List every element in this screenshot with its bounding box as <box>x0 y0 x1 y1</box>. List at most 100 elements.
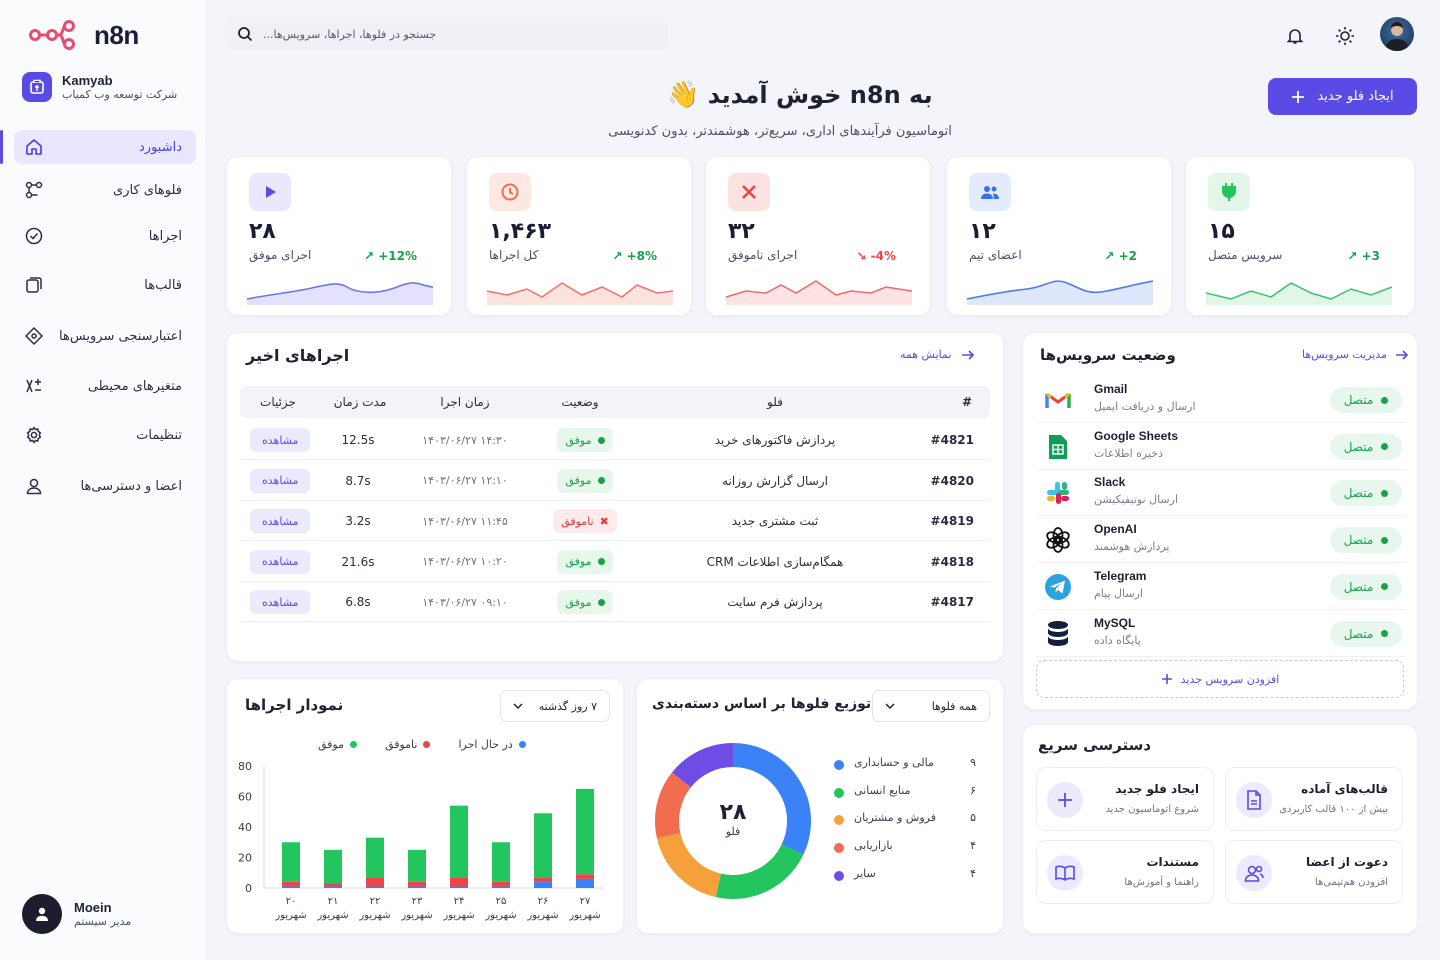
bar-success[interactable] <box>408 849 426 882</box>
y-tick-label: 60 <box>238 791 252 804</box>
donut-slice[interactable] <box>656 832 722 898</box>
new-flow-button[interactable]: ایجاد فلو جدید <box>1268 78 1417 115</box>
view-details-button[interactable]: مشاهده <box>250 468 311 493</box>
table-row[interactable]: #4820 ارسال گزارش روزانه موفق ۱۴۰۳/۰۶/۲۷ ۱۲… <box>240 461 990 501</box>
service-row-google-sheets[interactable]: Google Sheets ذخیره اطلاعات متصل <box>1036 424 1406 470</box>
bar-failed[interactable] <box>282 881 300 887</box>
flow-filter-select[interactable]: همه فلوها <box>872 690 990 722</box>
exec-chart-legend: در حال اجرا ناموفق موفق <box>318 738 526 751</box>
quick-docs[interactable]: مستندات راهنما و آموزش‌ها <box>1036 840 1214 904</box>
bar-failed[interactable] <box>492 881 510 887</box>
view-details-button[interactable]: مشاهده <box>250 590 311 614</box>
status-badge: موفق <box>557 590 613 614</box>
view-details-button[interactable]: مشاهده <box>250 509 311 533</box>
bar-success[interactable] <box>282 842 300 882</box>
executions-bar-chart: 0 20 40 60 80 ۲۰ شهریور ۲۱ شهریور ۲۲ شهریور ۲۳ شهریو… <box>238 760 604 921</box>
bar-failed[interactable] <box>576 874 594 879</box>
bar-failed[interactable] <box>534 877 552 882</box>
workspace-switcher[interactable]: Kamyab شرکت توسعه وب کمیاب <box>22 72 177 102</box>
execution-id: #4817 <box>930 595 974 609</box>
search-input[interactable]: جستجو در فلوها، اجراها، سرویس‌ها... <box>263 28 436 41</box>
quick-new-flow[interactable]: ایجاد فلو جدید شروع اتوماسیون جدید <box>1036 767 1214 831</box>
bar-success[interactable] <box>366 837 384 878</box>
legend-label: مالی و حسابداری <box>854 756 934 769</box>
bar-failed[interactable] <box>324 883 342 887</box>
x-tick-label: ۲۴ <box>454 896 465 907</box>
bar-failed[interactable] <box>450 877 468 887</box>
chevron-down-icon <box>513 703 523 710</box>
stat-card-failed[interactable]: ۳۲ اجرای ناموفق ↘ -4% <box>705 156 931 316</box>
table-row[interactable]: #4817 پردازش فرم سایت موفق ۱۴۰۳/۰۶/۲۷ ۰۹:۱۰… <box>240 582 990 622</box>
bar-success[interactable] <box>324 849 342 884</box>
view-all-link[interactable]: نمایش همه <box>900 348 975 361</box>
book-icon <box>1047 855 1083 891</box>
execution-id: #4819 <box>930 514 974 528</box>
manage-services-link[interactable]: مدیریت سرویس‌ها <box>1302 348 1409 361</box>
nav-item-workflows[interactable]: فلوهای کاری <box>14 173 196 207</box>
quick-templates[interactable]: قالب‌های آماده بیش از ۱۰۰ قالب کاربردی <box>1225 767 1403 831</box>
add-service-button[interactable]: افزودن سرویس جدید <box>1036 660 1404 698</box>
donut-slice[interactable] <box>715 843 804 899</box>
table-row[interactable]: #4818 همگام‌سازی اطلاعات CRM موفق ۱۴۰۳/۰۶/۲… <box>240 542 990 582</box>
service-row-telegram[interactable]: Telegram ارسال پیام متصل <box>1036 564 1406 610</box>
donut-slice[interactable] <box>655 772 692 839</box>
nav-item-credentials[interactable]: اعتبارسنجی سرویس‌ها <box>14 319 196 353</box>
service-name: Gmail <box>1094 382 1128 396</box>
service-row-mysql[interactable]: MySQL پایگاه داده متصل <box>1036 611 1406 657</box>
legend-label: فروش و مشتریان <box>854 811 936 825</box>
logo[interactable]: n8n <box>28 18 139 52</box>
nav-item-settings[interactable]: تنظیمات <box>14 418 196 452</box>
bar-running[interactable] <box>534 881 552 888</box>
search-bar[interactable]: جستجو در فلوها، اجراها، سرویس‌ها... <box>225 17 668 51</box>
quick-desc: راهنما و آموزش‌ها <box>1124 877 1199 888</box>
stat-card-services[interactable]: ۱۵ سرویس متصل ↗ +3 <box>1185 156 1415 316</box>
donut-center-label: فلو <box>725 825 741 838</box>
settings-icon <box>26 426 42 444</box>
service-row-openai[interactable]: OpenAI پردازش هوشمند متصل <box>1036 517 1406 564</box>
nav-item-variables[interactable]: متغیرهای محیطی <box>14 369 196 403</box>
bar-failed[interactable] <box>408 881 426 887</box>
bar-success[interactable] <box>534 813 552 878</box>
user-profile[interactable]: Moein مدیر سیستم <box>22 894 131 934</box>
bar-running[interactable] <box>408 886 426 888</box>
view-details-button[interactable]: مشاهده <box>250 549 311 574</box>
notifications-button[interactable] <box>1283 24 1307 48</box>
nav-item-dashboard[interactable]: داشبورد <box>14 130 196 164</box>
variables-icon <box>26 379 41 393</box>
quick-invite[interactable]: دعوت از اعضا افزودن هم‌تیمی‌ها <box>1225 840 1403 904</box>
bar-success[interactable] <box>576 788 594 875</box>
bar-running[interactable] <box>366 886 384 888</box>
table-row[interactable]: #4821 پردازش فاکتورهای خرید موفق ۱۴۰۳/۰۶/۲۷… <box>240 420 990 460</box>
table-row[interactable]: #4819 ثبت مشتری جدید ناموفق ✖ ۱۴۰۳/۰۶/۲۷ ۱۱:… <box>240 501 990 541</box>
service-row-gmail[interactable]: Gmail ارسال و دریافت ایمیل متصل <box>1036 377 1406 423</box>
execution-id: #4820 <box>930 473 974 488</box>
nav-item-templates[interactable]: قالب‌ها <box>14 268 196 302</box>
pie-legend-item: بازاریابی ۴ <box>832 839 976 855</box>
nav-label: قالب‌ها <box>144 277 182 293</box>
bar-running[interactable] <box>450 886 468 888</box>
exec-chart-title: نمودار اجراها <box>245 696 344 714</box>
bar-running[interactable] <box>492 886 510 888</box>
stat-card-total[interactable]: ۱,۴۶۳ کل اجراها ↗ +8% <box>466 156 692 316</box>
service-row-slack[interactable]: Slack ارسال نوتیفیکیشن متصل <box>1036 470 1406 517</box>
bar-failed[interactable] <box>366 877 384 887</box>
bar-success[interactable] <box>450 805 468 878</box>
status-badge: متصل <box>1330 527 1402 554</box>
theme-toggle-button[interactable] <box>1333 24 1357 48</box>
donut-slice[interactable] <box>672 743 734 788</box>
profile-avatar[interactable] <box>1380 17 1414 51</box>
stat-card-team[interactable]: ۱۲ اعضای تیم ↗ +2 <box>946 156 1172 316</box>
execution-time: ۱۴۰۳/۰۶/۲۷ ۱۴:۳۰ <box>422 433 508 447</box>
range-select[interactable]: ۷ روز گذشته <box>500 690 610 722</box>
nav-item-members[interactable]: اعضا و دسترسی‌ها <box>14 469 196 503</box>
nav-item-executions[interactable]: اجراها <box>14 219 196 253</box>
execution-flow: همگام‌سازی اطلاعات CRM <box>706 554 844 569</box>
x-tick-label: ۲۵ <box>496 896 507 907</box>
sparkline <box>726 280 912 305</box>
bar-success[interactable] <box>492 842 510 882</box>
bar-running[interactable] <box>282 886 300 888</box>
stat-card-success[interactable]: ۲۸ اجرای موفق ↗ +12% <box>226 156 452 316</box>
view-details-button[interactable]: مشاهده <box>250 428 311 452</box>
bar-running[interactable] <box>324 886 342 888</box>
bar-running[interactable] <box>576 878 594 888</box>
